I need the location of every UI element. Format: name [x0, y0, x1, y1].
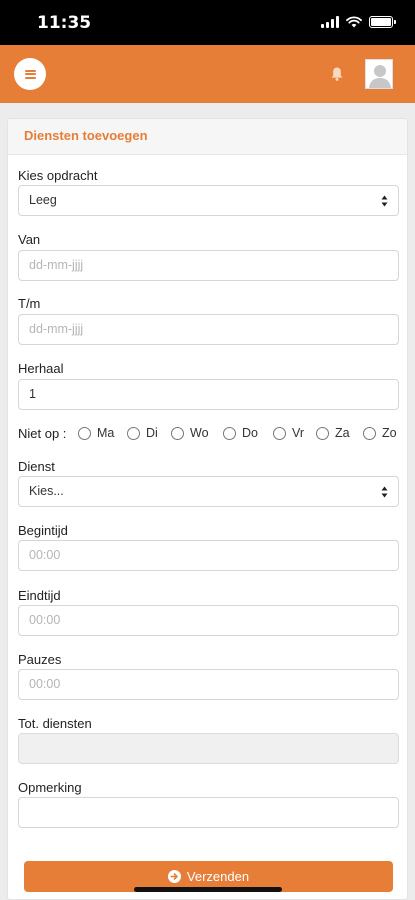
radio-circle-icon[interactable]: [363, 426, 376, 440]
remark-input[interactable]: [18, 797, 399, 828]
assignment-select-value: Leeg: [29, 193, 57, 207]
day-option-za[interactable]: Za: [316, 425, 350, 441]
end-time-label: Eindtijd: [18, 588, 61, 603]
total-shifts-field: [18, 733, 399, 764]
assignment-label: Kies opdracht: [18, 168, 98, 183]
status-time: 11:35: [37, 13, 92, 33]
bell-icon[interactable]: [330, 66, 344, 82]
day-option-wo[interactable]: Wo: [171, 425, 209, 441]
radio-circle-icon[interactable]: [78, 426, 91, 440]
status-icons: [321, 14, 396, 30]
repeat-input[interactable]: 1: [18, 379, 399, 410]
radio-circle-icon[interactable]: [223, 426, 236, 440]
total-shifts-label: Tot. diensten: [18, 716, 92, 731]
radio-circle-icon[interactable]: [127, 426, 140, 440]
radio-circle-icon[interactable]: [273, 426, 286, 440]
shift-select-value: Kies...: [29, 484, 64, 498]
day-option-vr[interactable]: Vr: [273, 425, 304, 441]
app-header: [0, 45, 415, 103]
from-date-input[interactable]: dd-mm-jjjj: [18, 250, 399, 281]
signal-icon: [321, 16, 339, 28]
repeat-label: Herhaal: [18, 361, 64, 376]
day-option-di[interactable]: Di: [127, 425, 158, 441]
add-shifts-card: Diensten toevoegen Kies opdracht Leeg Va…: [7, 118, 408, 900]
home-indicator[interactable]: [134, 887, 282, 892]
card-title: Diensten toevoegen: [24, 128, 148, 143]
remark-label: Opmerking: [18, 780, 82, 795]
assignment-select[interactable]: Leeg: [18, 185, 399, 216]
submit-label: Verzenden: [186, 869, 250, 884]
exclude-days-label: Niet op :: [18, 426, 67, 441]
from-date-label: Van: [18, 232, 41, 247]
day-option-zo[interactable]: Zo: [363, 425, 397, 441]
day-option-ma[interactable]: Ma: [78, 425, 114, 441]
until-date-input[interactable]: dd-mm-jjjj: [18, 314, 399, 345]
card-header: Diensten toevoegen: [8, 119, 407, 155]
select-arrows-icon: [381, 195, 388, 207]
start-time-input[interactable]: 00:00: [18, 540, 399, 571]
menu-button[interactable]: [14, 58, 46, 90]
exclude-days-row: Niet op : Ma Di Wo Do Vr Za Zo: [18, 423, 403, 443]
hamburger-menu-icon: [24, 69, 36, 79]
wifi-icon: [346, 16, 362, 28]
radio-circle-icon[interactable]: [316, 426, 329, 440]
shift-select[interactable]: Kies...: [18, 476, 399, 507]
day-option-do[interactable]: Do: [223, 425, 258, 441]
start-time-label: Begintijd: [18, 523, 68, 538]
shift-label: Dienst: [18, 459, 55, 474]
status-bar: 11:35: [0, 0, 415, 45]
radio-circle-icon[interactable]: [171, 426, 184, 440]
breaks-label: Pauzes: [18, 652, 62, 667]
select-arrows-icon: [381, 486, 388, 498]
until-date-label: T/m: [18, 296, 41, 311]
arrow-circle-right-icon: [167, 870, 181, 883]
battery-icon: [369, 16, 396, 28]
end-time-input[interactable]: 00:00: [18, 605, 399, 636]
user-avatar-icon[interactable]: [365, 59, 393, 89]
breaks-input[interactable]: 00:00: [18, 669, 399, 700]
